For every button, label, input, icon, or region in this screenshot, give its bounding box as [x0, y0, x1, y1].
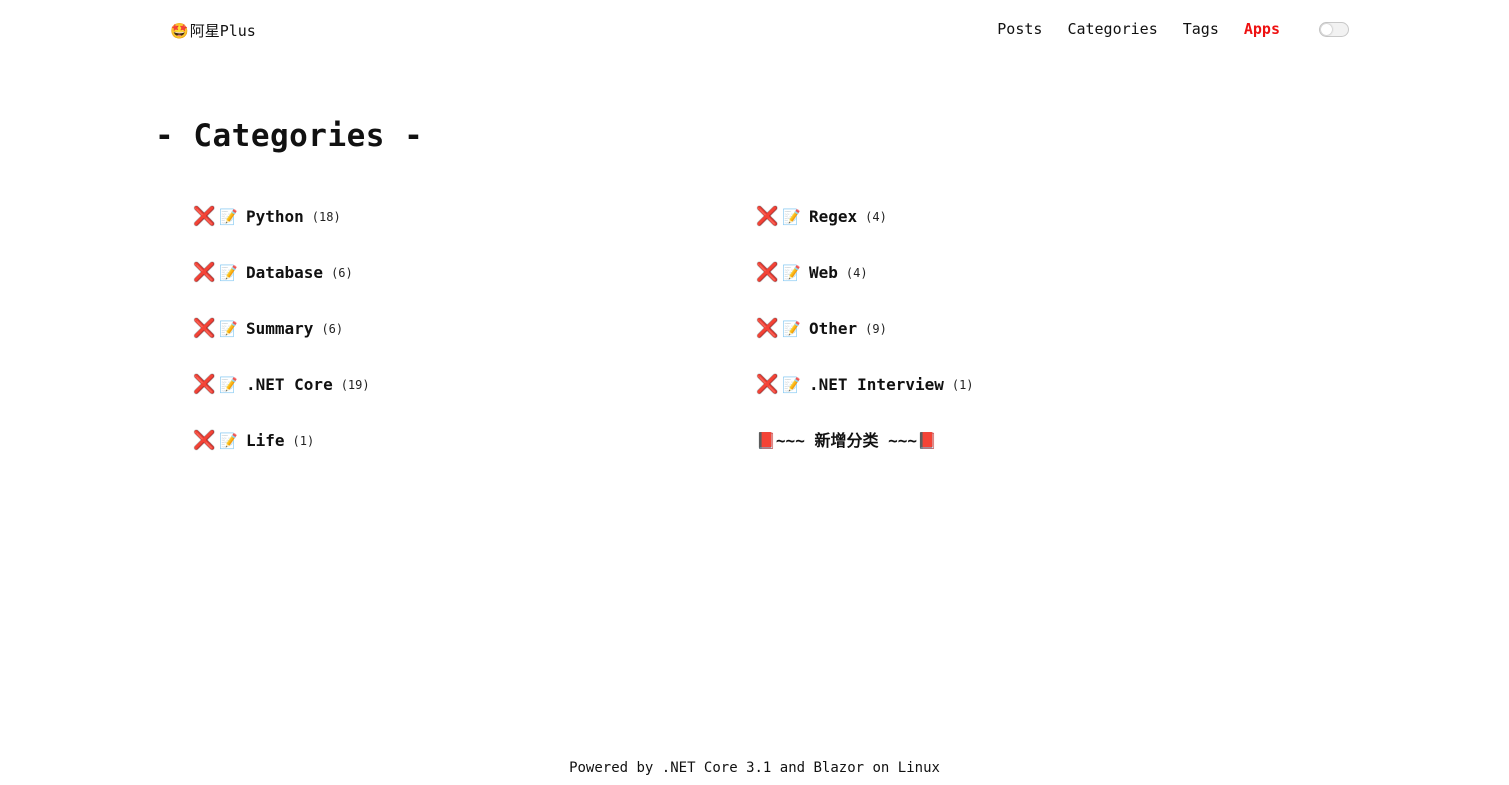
category-count: (4) [865, 210, 887, 224]
category-link[interactable]: Python [246, 198, 304, 236]
category-item: ❌ 📝 Other (9) [756, 310, 1276, 366]
main-nav: Posts Categories Tags Apps [972, 20, 1349, 38]
category-link[interactable]: Life [246, 422, 285, 460]
delete-icon[interactable]: ❌ [193, 254, 219, 292]
delete-icon[interactable]: ❌ [756, 198, 782, 236]
delete-icon[interactable]: ❌ [193, 310, 219, 348]
category-count: (4) [845, 266, 868, 280]
category-link[interactable]: Summary [246, 310, 313, 348]
category-count: (9) [865, 322, 887, 336]
nav-tags[interactable]: Tags [1183, 20, 1219, 38]
category-item: ❌ 📝 Life (1) [193, 422, 713, 478]
add-category-row: 📕~~~ 新增分类 ~~~📕 [756, 422, 1276, 478]
theme-toggle[interactable] [1319, 21, 1349, 37]
category-item: ❌ 📝 .NET Interview (1) [756, 366, 1276, 422]
categories-right-column: ❌ 📝 Regex (4) ❌ 📝 Web (4) ❌ 📝 Other (9) … [756, 198, 1276, 478]
category-count: (18) [311, 210, 341, 224]
category-count: (6) [321, 322, 344, 336]
memo-icon: 📝 [219, 320, 238, 338]
memo-icon: 📝 [782, 264, 801, 282]
site-header: 🤩 阿星Plus Posts Categories Tags Apps [0, 0, 1509, 64]
memo-icon: 📝 [782, 208, 801, 226]
memo-icon: 📝 [219, 264, 238, 282]
category-count: (6) [331, 266, 353, 280]
delete-icon[interactable]: ❌ [193, 198, 219, 236]
category-item: ❌ 📝 Python (18) [193, 198, 713, 254]
category-link[interactable]: .NET Interview [809, 366, 944, 404]
categories-left-column: ❌ 📝 Python (18) ❌ 📝 Database (6) ❌ 📝 Sum… [193, 198, 713, 478]
category-count: (19) [340, 378, 370, 392]
brand-link[interactable]: 🤩 阿星Plus [170, 20, 256, 41]
brand-text: 阿星Plus [189, 22, 256, 40]
delete-icon[interactable]: ❌ [756, 310, 782, 348]
memo-icon: 📝 [782, 376, 801, 394]
delete-icon[interactable]: ❌ [756, 366, 782, 404]
delete-icon[interactable]: ❌ [193, 366, 219, 404]
category-item: ❌ 📝 Web (4) [756, 254, 1276, 310]
toggle-knob [1321, 23, 1332, 35]
category-count: (1) [951, 378, 974, 392]
category-count: (1) [292, 434, 315, 448]
category-item: ❌ 📝 Database (6) [193, 254, 713, 310]
category-link[interactable]: Other [809, 310, 857, 348]
delete-icon[interactable]: ❌ [193, 422, 219, 460]
category-link[interactable]: Database [246, 254, 323, 292]
memo-icon: 📝 [782, 320, 801, 338]
category-item: ❌ 📝 Summary (6) [193, 310, 713, 366]
nav-posts[interactable]: Posts [997, 20, 1042, 38]
nav-apps[interactable]: Apps [1244, 20, 1280, 38]
category-link[interactable]: Web [809, 254, 838, 292]
delete-icon[interactable]: ❌ [756, 254, 782, 292]
category-item: ❌ 📝 Regex (4) [756, 198, 1276, 254]
memo-icon: 📝 [219, 208, 238, 226]
nav-categories[interactable]: Categories [1067, 20, 1157, 38]
category-item: ❌ 📝 .NET Core (19) [193, 366, 713, 422]
page-title: - Categories - [155, 118, 424, 154]
memo-icon: 📝 [219, 376, 238, 394]
add-category-button[interactable]: 📕~~~ 新增分类 ~~~📕 [756, 422, 937, 460]
site-footer: Powered by .NET Core 3.1 and Blazor on L… [569, 760, 940, 776]
category-link[interactable]: Regex [809, 198, 857, 236]
category-link[interactable]: .NET Core [246, 366, 333, 404]
star-struck-emoji-icon: 🤩 [170, 21, 189, 40]
memo-icon: 📝 [219, 432, 238, 450]
